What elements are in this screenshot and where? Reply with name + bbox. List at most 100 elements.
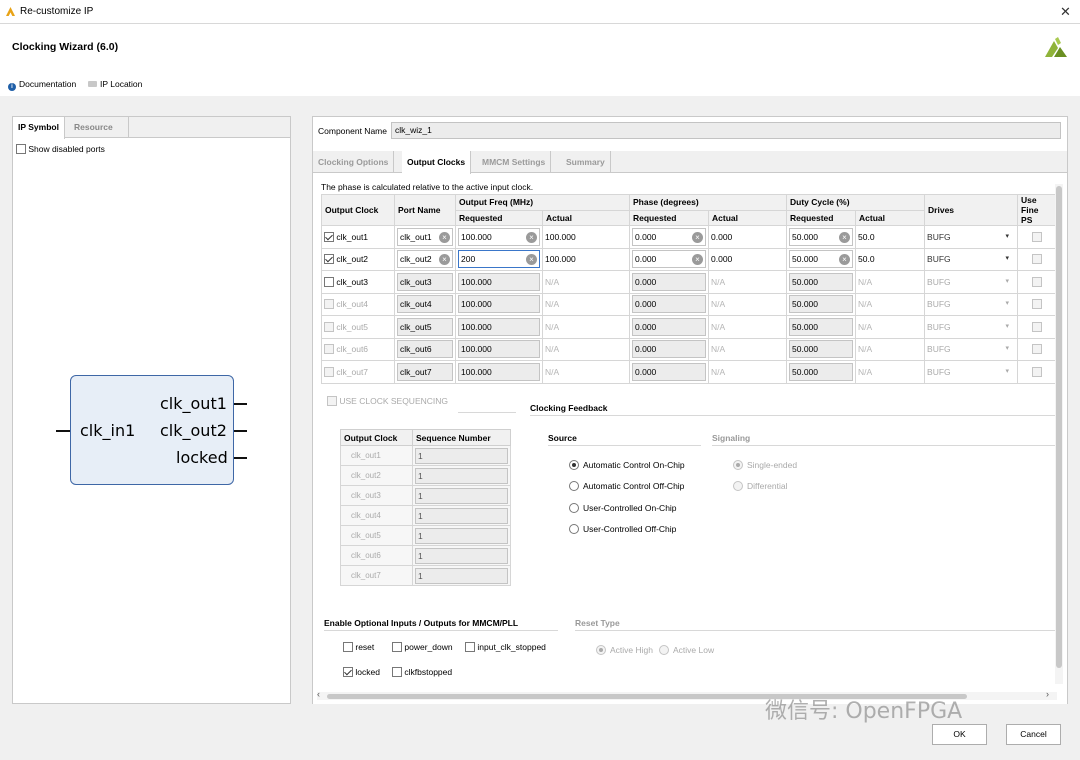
use-fine-ps-cell[interactable]: [1017, 315, 1057, 339]
scroll-left-icon[interactable]: ‹: [317, 689, 320, 699]
output-enable-checkbox[interactable]: [324, 321, 334, 332]
opt-clkfbstopped[interactable]: clkfbstopped: [392, 667, 452, 677]
drives-select[interactable]: BUFG ▾: [924, 337, 1019, 361]
documentation-link[interactable]: i Documentation: [8, 79, 76, 91]
drives-select[interactable]: BUFG ▾: [924, 315, 1019, 339]
opt-input-clk-stopped-checkbox[interactable]: [465, 642, 475, 652]
drives-select[interactable]: BUFG ▾: [924, 247, 1019, 271]
ok-button[interactable]: OK: [932, 724, 987, 745]
sequence-number-input[interactable]: 1: [415, 467, 508, 484]
sequence-number-input[interactable]: 1: [415, 507, 508, 524]
phase-requested-input[interactable]: 0.000 ×: [632, 227, 706, 246]
source-user-off-chip-radio[interactable]: [569, 524, 579, 534]
use-fine-ps-checkbox[interactable]: [1031, 321, 1042, 332]
output-clock-cell[interactable]: clk_out3: [321, 270, 395, 294]
tab-clocking-options[interactable]: Clocking Options: [313, 151, 395, 173]
clear-icon[interactable]: ×: [439, 254, 450, 266]
duty-requested-input[interactable]: 50.000 ×: [789, 227, 854, 246]
use-clock-sequencing-checkbox[interactable]: [327, 396, 337, 406]
use-fine-ps-checkbox[interactable]: [1031, 344, 1042, 355]
opt-input-clk-stopped[interactable]: input_clk_stopped: [465, 642, 546, 652]
output-clock-cell[interactable]: clk_out5: [321, 315, 395, 339]
drives-select[interactable]: BUFG ▾: [924, 360, 1019, 384]
drives-select[interactable]: BUFG ▾: [924, 292, 1019, 316]
signaling-differential-radio[interactable]: [733, 481, 743, 491]
opt-clkfbstopped-checkbox[interactable]: [392, 667, 402, 677]
output-clock-cell[interactable]: clk_out4: [321, 292, 395, 316]
vertical-scrollbar-thumb[interactable]: [1056, 186, 1062, 668]
reset-active-high[interactable]: Active High: [596, 645, 653, 655]
use-fine-ps-checkbox[interactable]: [1031, 366, 1042, 377]
sequence-number-input[interactable]: 1: [415, 547, 508, 564]
use-fine-ps-cell[interactable]: [1017, 247, 1057, 271]
use-fine-ps-cell[interactable]: [1017, 337, 1057, 361]
opt-reset[interactable]: reset: [343, 642, 374, 652]
use-fine-ps-cell[interactable]: [1017, 270, 1057, 294]
output-enable-checkbox[interactable]: [324, 254, 334, 265]
sequence-number-input[interactable]: 1: [415, 567, 508, 584]
port-name-input[interactable]: clk_out2 ×: [397, 250, 453, 269]
show-disabled-ports-option[interactable]: Show disabled ports: [16, 144, 105, 154]
signaling-differential[interactable]: Differential: [733, 481, 787, 491]
use-fine-ps-checkbox[interactable]: [1031, 231, 1042, 242]
use-fine-ps-cell[interactable]: [1017, 225, 1057, 249]
source-user-off-chip[interactable]: User-Controlled Off-Chip: [569, 524, 676, 534]
output-enable-checkbox[interactable]: [324, 366, 334, 377]
clear-icon[interactable]: ×: [692, 254, 703, 266]
tab-mmcm-settings[interactable]: MMCM Settings: [477, 151, 552, 173]
opt-power-down-checkbox[interactable]: [392, 642, 402, 652]
output-enable-checkbox[interactable]: [324, 299, 334, 310]
output-clock-cell[interactable]: clk_out6: [321, 337, 395, 361]
tab-output-clocks[interactable]: Output Clocks: [402, 151, 472, 174]
clear-icon[interactable]: ×: [526, 231, 537, 243]
component-name-input[interactable]: clk_wiz_1: [391, 122, 1061, 139]
scroll-right-icon[interactable]: ›: [1046, 689, 1049, 699]
use-fine-ps-checkbox[interactable]: [1031, 299, 1042, 310]
output-clock-cell[interactable]: clk_out2: [321, 247, 395, 271]
phase-requested-input[interactable]: 0.000 ×: [632, 250, 706, 269]
source-user-on-chip[interactable]: User-Controlled On-Chip: [569, 503, 677, 513]
signaling-single-ended[interactable]: Single-ended: [733, 460, 797, 470]
opt-locked-checkbox[interactable]: [343, 667, 353, 677]
source-auto-on-chip-radio[interactable]: [569, 460, 579, 470]
use-fine-ps-cell[interactable]: [1017, 360, 1057, 384]
opt-power-down[interactable]: power_down: [392, 642, 453, 652]
freq-requested-input[interactable]: 100.000 ×: [458, 227, 540, 246]
source-user-on-chip-radio[interactable]: [569, 503, 579, 513]
clear-icon[interactable]: ×: [839, 254, 851, 266]
reset-active-low-radio[interactable]: [659, 645, 669, 655]
output-clock-cell[interactable]: clk_out7: [321, 360, 395, 384]
clear-icon[interactable]: ×: [526, 254, 537, 266]
use-fine-ps-checkbox[interactable]: [1031, 276, 1042, 287]
drives-select[interactable]: BUFG ▾: [924, 270, 1019, 294]
close-icon[interactable]: ✕: [1060, 4, 1071, 20]
output-enable-checkbox[interactable]: [324, 231, 334, 242]
opt-reset-checkbox[interactable]: [343, 642, 353, 652]
tab-resource[interactable]: Resource: [69, 117, 129, 138]
source-auto-off-chip-radio[interactable]: [569, 481, 579, 491]
drives-select[interactable]: BUFG ▾: [924, 225, 1019, 249]
reset-active-low[interactable]: Active Low: [659, 645, 714, 655]
tab-ip-symbol[interactable]: IP Symbol: [13, 117, 65, 139]
use-fine-ps-cell[interactable]: [1017, 292, 1057, 316]
output-enable-checkbox[interactable]: [324, 344, 334, 355]
source-auto-off-chip[interactable]: Automatic Control Off-Chip: [569, 481, 684, 491]
cancel-button[interactable]: Cancel: [1006, 724, 1061, 745]
use-fine-ps-checkbox[interactable]: [1031, 254, 1042, 265]
clear-icon[interactable]: ×: [839, 231, 851, 243]
sequence-number-input[interactable]: 1: [415, 487, 508, 504]
reset-active-high-radio[interactable]: [596, 645, 606, 655]
freq-requested-input[interactable]: 200 ×: [458, 250, 540, 269]
port-name-input[interactable]: clk_out1 ×: [397, 227, 453, 246]
output-clock-cell[interactable]: clk_out1: [321, 225, 395, 249]
clear-icon[interactable]: ×: [439, 231, 450, 243]
tab-summary[interactable]: Summary: [561, 151, 611, 173]
signaling-single-ended-radio[interactable]: [733, 460, 743, 470]
sequence-number-input[interactable]: 1: [415, 447, 508, 464]
duty-requested-input[interactable]: 50.000 ×: [789, 250, 854, 269]
output-enable-checkbox[interactable]: [324, 276, 334, 287]
opt-locked[interactable]: locked: [343, 667, 380, 677]
use-clock-sequencing-option[interactable]: USE CLOCK SEQUENCING: [327, 396, 448, 406]
source-auto-on-chip[interactable]: Automatic Control On-Chip: [569, 460, 685, 470]
clear-icon[interactable]: ×: [692, 231, 703, 243]
